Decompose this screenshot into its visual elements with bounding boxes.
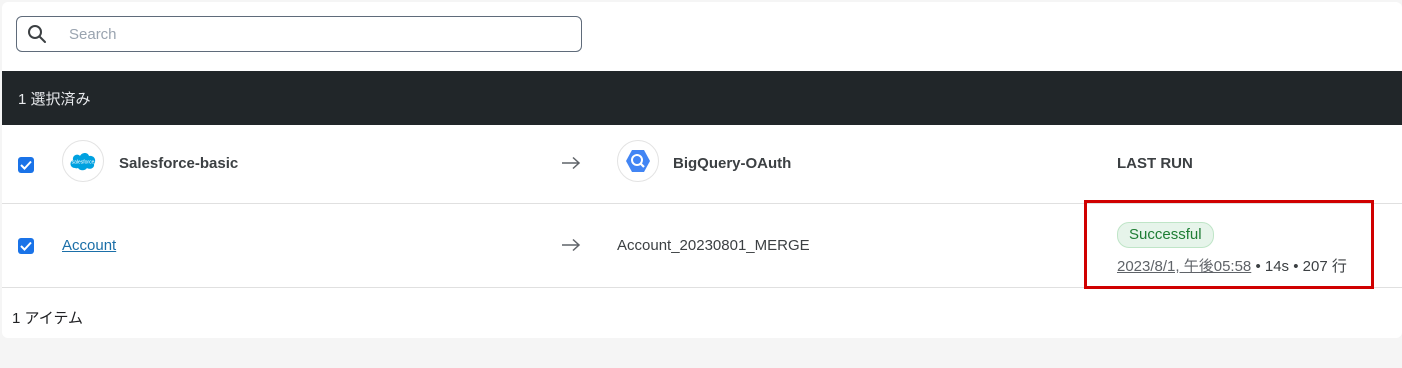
salesforce-logo-text: salesforce [72,160,95,166]
arrow-right-icon [562,238,581,252]
last-run-header: LAST RUN [1117,155,1193,172]
selection-count: 1 選択済み [18,90,91,108]
source-object-link[interactable]: Account [62,237,116,254]
checkmark-icon [20,160,32,170]
salesforce-cloud-icon: salesforce [70,153,96,171]
connection-list-card: 1 選択済み salesforce Salesforce-basic [2,2,1402,338]
destination-connection-name: BigQuery-OAuth [673,155,792,172]
status-badge: Successful [1117,222,1214,248]
connection-checkbox[interactable] [18,157,34,173]
salesforce-logo: salesforce [62,140,104,182]
table-row[interactable]: Account Account_20230801_MERGE Successfu… [2,204,1402,288]
selection-bar: 1 選択済み [2,71,1402,125]
search-input[interactable] [67,24,551,44]
last-run-details: 2023/8/1, 午後05:58 • 14s • 207 行 [1117,255,1347,276]
run-duration: 14s [1264,258,1290,275]
separator: • [1293,258,1299,275]
search-box[interactable] [16,16,582,52]
last-run-timestamp-link[interactable]: 2023/8/1, 午後05:58 [1117,258,1251,275]
bigquery-icon [626,150,650,172]
bigquery-logo [617,140,659,182]
destination-table-name: Account_20230801_MERGE [617,237,810,254]
checkmark-icon [20,241,32,251]
source-connection-name: Salesforce-basic [119,155,239,172]
search-icon [28,25,46,43]
separator: • [1255,258,1261,275]
row-count: 207 行 [1302,258,1347,275]
item-count: 1 アイテム [12,310,84,327]
arrow-right-icon [562,156,581,170]
connection-header-row: salesforce Salesforce-basic BigQuery-OAu… [2,125,1402,204]
row-checkbox[interactable] [18,238,34,254]
